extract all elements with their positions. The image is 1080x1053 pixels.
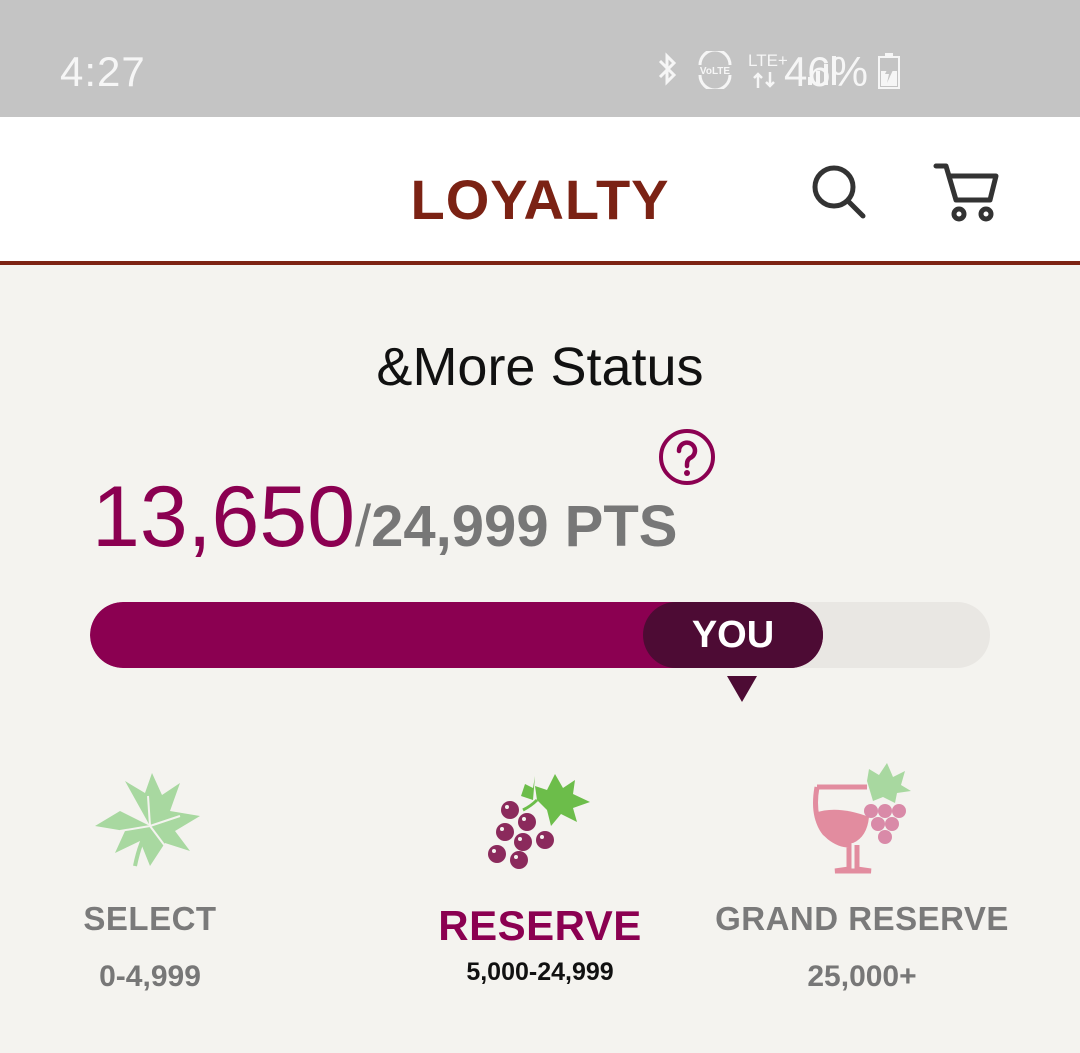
tier-grand-reserve: GRAND RESERVE 25,000+ bbox=[702, 756, 1022, 994]
you-indicator: YOU bbox=[643, 602, 823, 668]
tier-range: 0-4,999 bbox=[99, 960, 201, 993]
battery-charging-icon bbox=[878, 53, 900, 89]
page-title: LOYALTY bbox=[410, 168, 670, 231]
bluetooth-icon bbox=[658, 52, 677, 86]
tier-reserve: RESERVE 5,000-24,999 bbox=[380, 756, 700, 987]
svg-text:LTE+: LTE+ bbox=[748, 51, 788, 70]
tier-name: GRAND RESERVE bbox=[715, 900, 1009, 937]
tier-range: 25,000+ bbox=[807, 960, 917, 993]
battery-percentage: 46% bbox=[783, 48, 868, 95]
cart-button[interactable] bbox=[932, 157, 1002, 227]
search-button[interactable] bbox=[804, 157, 874, 227]
points-summary: 13,650/24,999 PTS bbox=[92, 468, 677, 567]
wine-glass-grapes-icon bbox=[813, 763, 911, 874]
points-total: 24,999 PTS bbox=[371, 494, 678, 559]
status-time: 4:27 bbox=[60, 48, 146, 95]
leaf-icon bbox=[95, 773, 200, 867]
volte-icon: VoLTE bbox=[698, 51, 732, 89]
search-icon bbox=[812, 165, 866, 219]
tier-select: SELECT 0-4,999 bbox=[0, 756, 310, 994]
status-bar: 4:27 VoLTE LTE+ 46% bbox=[0, 0, 1080, 117]
cart-icon bbox=[933, 163, 999, 222]
points-progress-bar: YOU bbox=[90, 602, 990, 668]
points-separator: / bbox=[355, 494, 372, 559]
tier-name: SELECT bbox=[83, 900, 217, 937]
points-current: 13,650 bbox=[92, 469, 356, 565]
grapes-icon bbox=[488, 774, 590, 869]
tier-name: RESERVE bbox=[438, 902, 642, 949]
svg-text:VoLTE: VoLTE bbox=[700, 66, 731, 77]
tier-range: 5,000-24,999 bbox=[466, 958, 614, 986]
you-marker-arrow bbox=[727, 676, 757, 702]
app-header: LOYALTY bbox=[0, 117, 1080, 265]
status-title: &More Status bbox=[376, 337, 704, 397]
